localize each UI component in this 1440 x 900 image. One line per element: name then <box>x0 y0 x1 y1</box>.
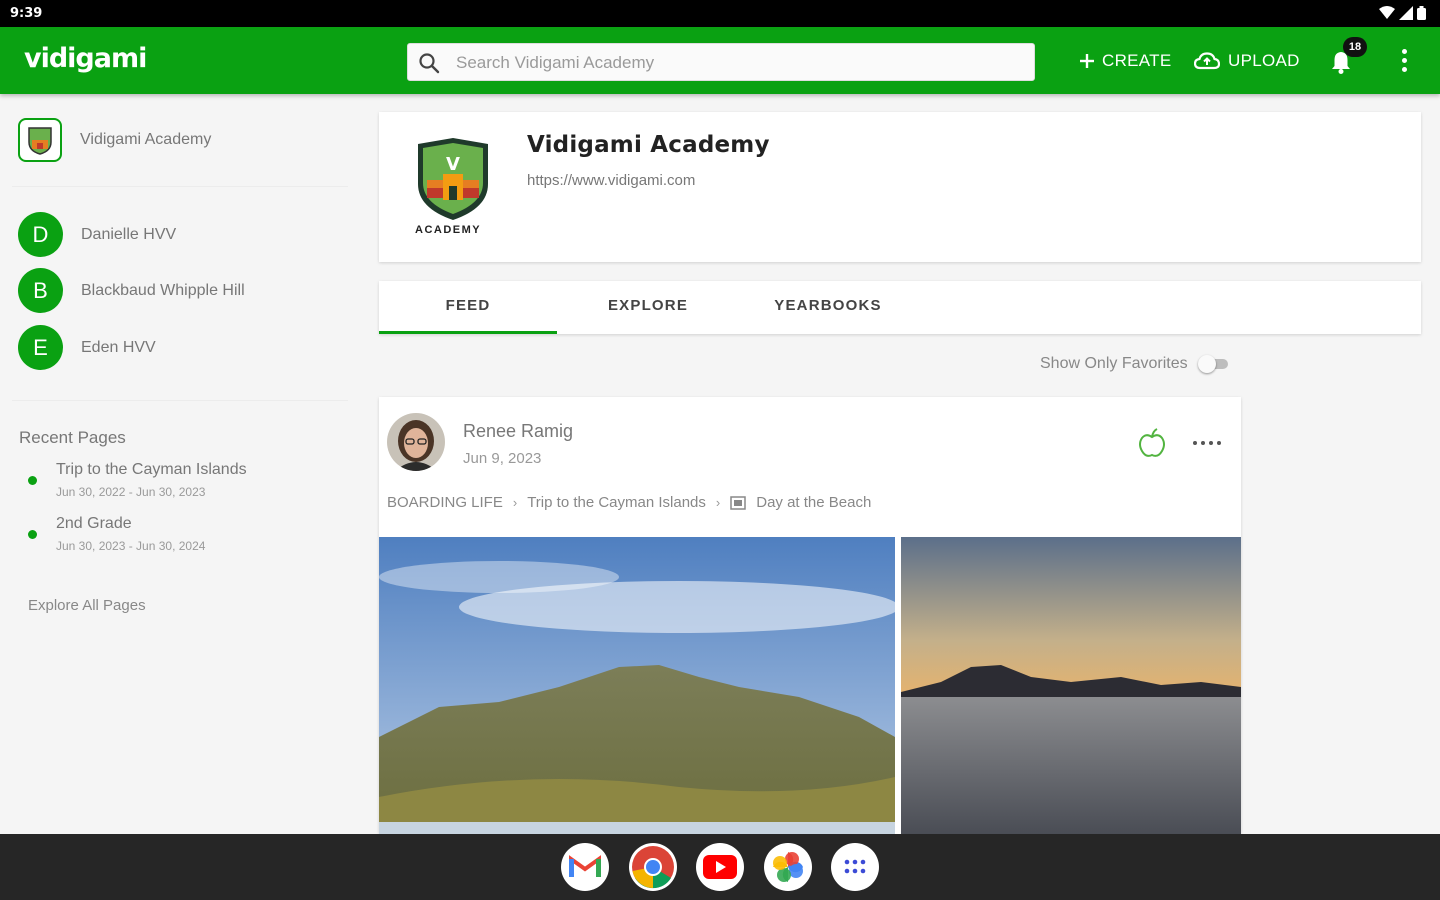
search-icon <box>419 53 440 74</box>
tab-yearbooks[interactable]: YEARBOOKS <box>739 281 917 334</box>
author-avatar[interactable] <box>387 413 445 471</box>
recent-page-title: Trip to the Cayman Islands <box>56 461 247 478</box>
favorites-label: Show Only Favorites <box>1040 355 1188 372</box>
album-icon <box>730 495 746 510</box>
bullet-dot <box>28 530 37 539</box>
sidebar-member-blackbaud-whipple-hill[interactable]: B Blackbaud Whipple Hill <box>18 268 245 313</box>
post-author-name[interactable]: Renee Ramig <box>463 421 573 442</box>
recent-page-title: 2nd Grade <box>56 515 132 532</box>
sidebar-divider <box>12 186 348 187</box>
cloud-upload-icon <box>1194 52 1220 70</box>
youtube-icon[interactable] <box>696 843 744 891</box>
show-only-favorites-row: Show Only Favorites <box>1040 355 1230 373</box>
tab-feed[interactable]: FEED <box>379 281 557 334</box>
school-name: Vidigami Academy <box>527 132 770 158</box>
system-indicators <box>1379 6 1426 20</box>
photos-icon[interactable] <box>764 843 812 891</box>
battery-icon <box>1417 6 1426 20</box>
post-photo-sunset[interactable] <box>901 537 1241 834</box>
app-drawer-icon[interactable] <box>831 843 879 891</box>
post-more-options-icon[interactable] <box>1193 441 1221 445</box>
school-url-link[interactable]: https://www.vidigami.com <box>527 172 695 189</box>
create-button[interactable]: CREATE <box>1080 51 1172 71</box>
overflow-menu-icon[interactable] <box>1396 49 1412 77</box>
sidebar: Vidigami Academy D Danielle HVV B Blackb… <box>0 94 360 834</box>
recent-page-dates: Jun 30, 2022 - Jun 30, 2023 <box>56 485 206 499</box>
bullet-dot <box>28 476 37 485</box>
create-label: CREATE <box>1102 51 1172 70</box>
notification-badge: 18 <box>1343 37 1367 57</box>
sidebar-member-eden-hvv[interactable]: E Eden HVV <box>18 325 156 370</box>
tab-bar: FEED EXPLORE YEARBOOKS <box>379 281 1421 334</box>
favorites-toggle-switch[interactable] <box>1197 355 1230 373</box>
tab-explore[interactable]: EXPLORE <box>559 281 737 334</box>
member-avatar: B <box>18 268 63 313</box>
recent-pages-heading: Recent Pages <box>19 428 126 447</box>
member-avatar: D <box>18 212 63 257</box>
gmail-icon[interactable] <box>561 843 609 891</box>
system-status-bar: 9:39 <box>0 0 1440 27</box>
wifi-icon <box>1379 6 1395 19</box>
member-avatar: E <box>18 325 63 370</box>
feed-post-card: Renee Ramig Jun 9, 2023 BOARDING LIFE › … <box>379 397 1241 834</box>
breadcrumb-boarding-life[interactable]: BOARDING LIFE <box>387 494 503 511</box>
crest-letter: V <box>446 154 460 175</box>
apple-like-icon[interactable] <box>1137 427 1167 459</box>
vidigami-logo[interactable]: vidigami <box>24 43 147 74</box>
member-name: Blackbaud Whipple Hill <box>81 281 245 299</box>
explore-all-pages-link[interactable]: Explore All Pages <box>28 597 146 614</box>
plus-icon <box>1080 54 1094 68</box>
sidebar-member-danielle-hvv[interactable]: D Danielle HVV <box>18 212 176 257</box>
sidebar-org-vidigami-academy[interactable]: Vidigami Academy <box>18 118 211 162</box>
member-name: Danielle HVV <box>81 225 177 243</box>
post-breadcrumb: BOARDING LIFE › Trip to the Cayman Islan… <box>387 494 871 511</box>
upload-button[interactable]: UPLOAD <box>1194 51 1300 71</box>
school-header-card: V ACADEMY Vidigami Academy https://www.v… <box>379 112 1421 262</box>
upload-label: UPLOAD <box>1228 51 1300 70</box>
status-time: 9:39 <box>10 6 43 21</box>
post-date: Jun 9, 2023 <box>463 450 542 467</box>
search-input[interactable] <box>456 51 1016 75</box>
school-crest-icon <box>18 118 62 162</box>
breadcrumb-day-at-beach[interactable]: Day at the Beach <box>756 494 871 511</box>
system-dock <box>0 834 1440 900</box>
breadcrumb-trip-cayman[interactable]: Trip to the Cayman Islands <box>527 494 706 511</box>
org-name: Vidigami Academy <box>80 131 212 148</box>
crest-label: ACADEMY <box>415 224 482 236</box>
search-box[interactable] <box>407 43 1035 81</box>
school-crest-logo: V <box>418 138 488 220</box>
recent-page-dates: Jun 30, 2023 - Jun 30, 2024 <box>56 539 206 553</box>
sidebar-divider <box>12 400 348 401</box>
chevron-right-icon: › <box>512 495 518 510</box>
post-photo-mountain[interactable] <box>379 537 895 834</box>
chrome-icon[interactable] <box>629 843 677 891</box>
app-bar: vidigami CREATE UPLOAD 18 <box>0 27 1440 94</box>
member-name: Eden HVV <box>81 338 156 356</box>
chevron-right-icon: › <box>715 495 721 510</box>
signal-icon <box>1399 6 1413 20</box>
